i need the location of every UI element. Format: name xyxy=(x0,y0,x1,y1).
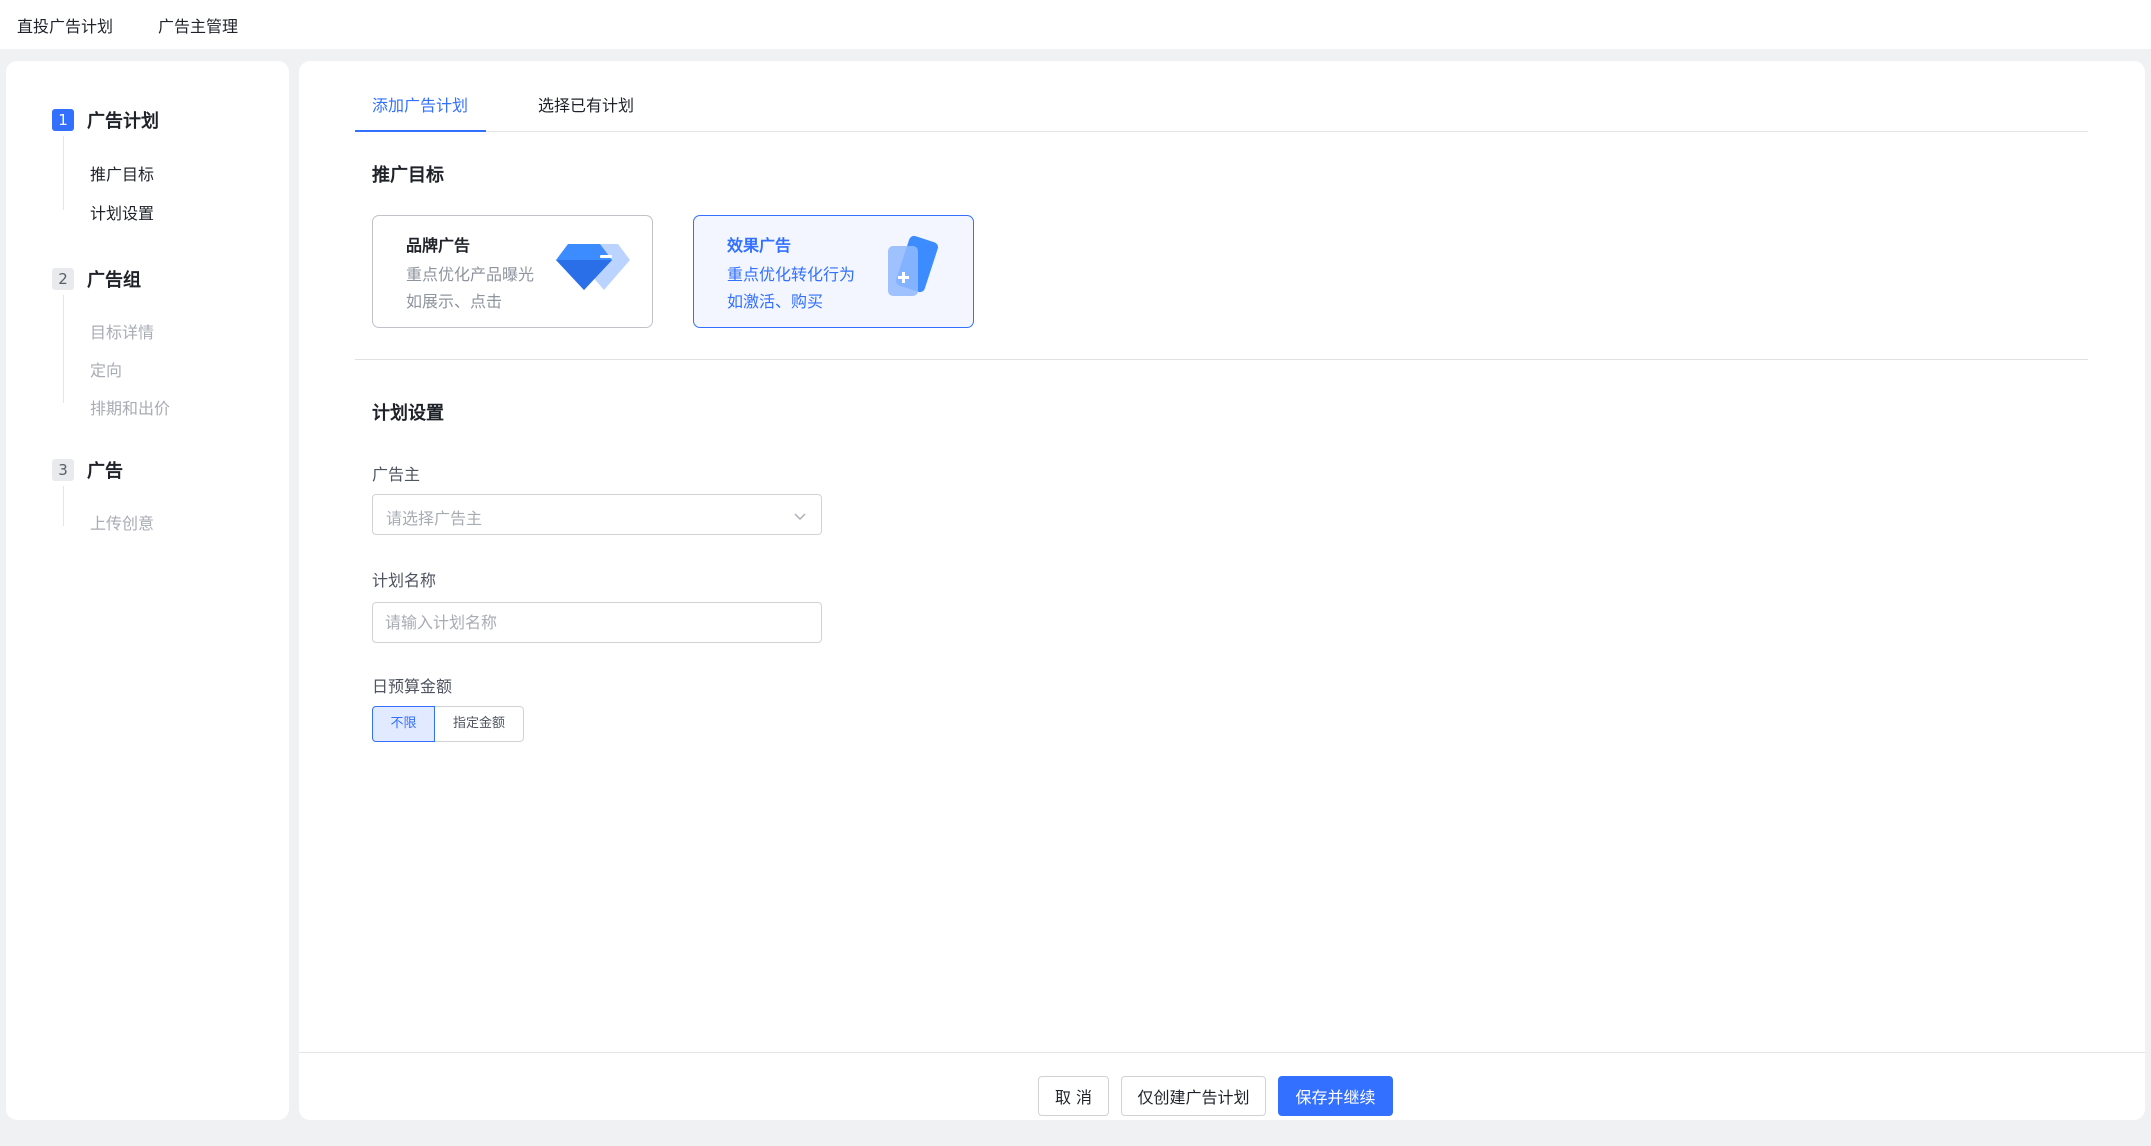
plan-settings-title: 计划设置 xyxy=(372,403,444,424)
advertiser-select-placeholder: 请选择广告主 xyxy=(386,509,483,528)
step-1-title: 广告计划 xyxy=(87,111,159,132)
tab-select-existing-plan[interactable]: 选择已有计划 xyxy=(538,91,634,132)
brand-ad-card[interactable]: 品牌广告 重点优化产品曝光 如展示、点击 xyxy=(372,215,653,328)
card-desc: 如激活、购买 xyxy=(727,292,824,311)
step-connector xyxy=(63,136,64,210)
budget-specified-amount-option[interactable]: 指定金额 xyxy=(435,706,524,742)
main-panel: 添加广告计划 选择已有计划 推广目标 品牌广告 重点优化产品曝光 如展示、点击 … xyxy=(299,61,2145,1120)
step-connector xyxy=(63,486,64,526)
step-3-number: 3 xyxy=(52,459,74,481)
step-1[interactable]: 1 广告计划 xyxy=(52,107,159,133)
budget-unlimited-option[interactable]: 不限 xyxy=(372,706,435,742)
substep-upload-creative[interactable]: 上传创意 xyxy=(90,510,154,534)
plan-name-label: 计划名称 xyxy=(372,571,437,590)
promotion-goal-title: 推广目标 xyxy=(372,165,444,186)
card-desc: 如展示、点击 xyxy=(406,292,503,311)
topnav-advertiser-management[interactable]: 广告主管理 xyxy=(158,13,238,37)
card-desc: 重点优化转化行为 xyxy=(727,265,856,284)
form-footer: 取 消 仅创建广告计划 保存并继续 xyxy=(299,1052,2145,1120)
save-and-continue-button[interactable]: 保存并继续 xyxy=(1278,1076,1393,1116)
substep-targeting[interactable]: 定向 xyxy=(90,357,122,381)
create-plan-only-button[interactable]: 仅创建广告计划 xyxy=(1121,1076,1266,1116)
cancel-button[interactable]: 取 消 xyxy=(1038,1076,1109,1116)
section-divider xyxy=(355,359,2088,360)
advertiser-label: 广告主 xyxy=(372,465,421,484)
step-sidebar: 1 广告计划 推广目标 计划设置 2 广告组 目标详情 定向 排期和出价 3 广… xyxy=(6,61,289,1120)
step-3-title: 广告 xyxy=(87,461,123,482)
step-1-number: 1 xyxy=(52,109,74,131)
step-connector xyxy=(63,295,64,403)
plan-name-input[interactable] xyxy=(372,602,822,643)
chevron-down-icon xyxy=(793,508,807,527)
step-2-number: 2 xyxy=(52,268,74,290)
substep-schedule-bid[interactable]: 排期和出价 xyxy=(90,395,170,419)
daily-budget-label: 日预算金额 xyxy=(372,677,453,696)
step-3[interactable]: 3 广告 xyxy=(52,457,123,483)
topnav-direct-ad-plan[interactable]: 直投广告计划 xyxy=(17,13,113,37)
card-desc: 重点优化产品曝光 xyxy=(406,265,535,284)
tab-bar: 添加广告计划 选择已有计划 xyxy=(355,91,2088,132)
advertiser-select[interactable]: 请选择广告主 xyxy=(372,494,822,535)
card-plus-icon xyxy=(880,234,946,304)
substep-promotion-goal[interactable]: 推广目标 xyxy=(90,161,154,185)
card-title: 品牌广告 xyxy=(406,236,471,255)
substep-target-details[interactable]: 目标详情 xyxy=(90,319,154,343)
tab-add-plan[interactable]: 添加广告计划 xyxy=(355,91,486,132)
performance-ad-card[interactable]: 效果广告 重点优化转化行为 如激活、购买 xyxy=(693,215,974,328)
daily-budget-radio-group: 不限 指定金额 xyxy=(372,706,524,742)
diamond-icon xyxy=(554,238,630,300)
substep-plan-settings[interactable]: 计划设置 xyxy=(90,200,154,224)
top-nav: 直投广告计划 广告主管理 xyxy=(0,0,2151,49)
card-title: 效果广告 xyxy=(727,236,792,255)
step-2-title: 广告组 xyxy=(87,270,141,291)
step-2[interactable]: 2 广告组 xyxy=(52,266,141,292)
